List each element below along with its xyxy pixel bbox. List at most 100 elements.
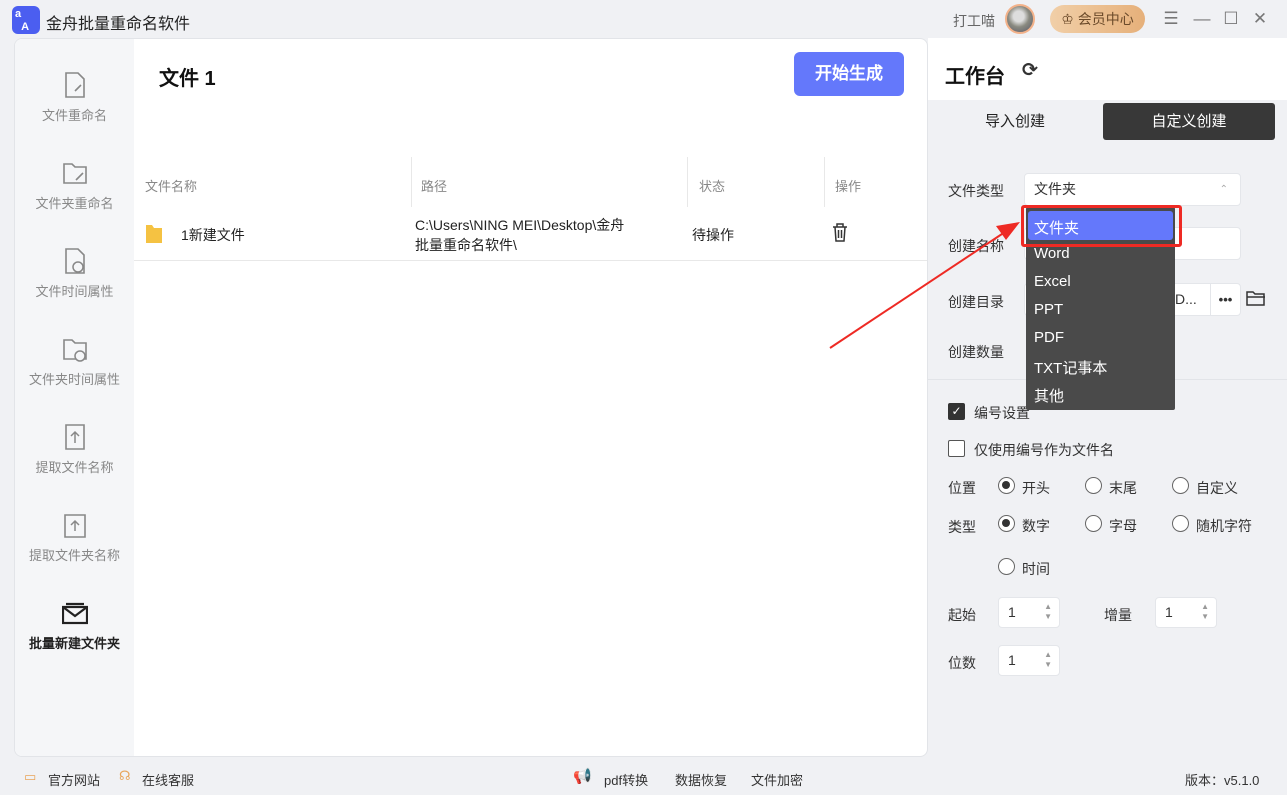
username[interactable]: 打工喵	[953, 11, 995, 31]
sidebar-item-label: 提取文件夹名称	[28, 548, 120, 563]
position-radio-end[interactable]	[1085, 477, 1102, 494]
sidebar-item-folder-rename[interactable]: 文件夹重命名	[15, 137, 134, 225]
type-radio-time[interactable]	[998, 558, 1015, 575]
status-text: 待操作	[692, 227, 734, 243]
radio-label: 开头	[1022, 480, 1050, 496]
file-name: 1新建文件	[181, 227, 245, 243]
start-stepper[interactable]: 1 ▲ ▼	[998, 597, 1060, 628]
digits-value: 1	[1008, 652, 1016, 668]
option-excel[interactable]: Excel	[1034, 273, 1071, 290]
position-label: 位置	[948, 480, 976, 496]
type-radio-random[interactable]	[1172, 515, 1189, 532]
open-folder-icon[interactable]	[1246, 290, 1266, 307]
type-radio-number[interactable]	[998, 515, 1015, 532]
sidebar-item-label: 文件夹重命名	[35, 196, 114, 211]
panel-header: 工作台 ⟳	[928, 38, 1287, 100]
option-txt[interactable]: TXT记事本	[1034, 357, 1107, 378]
radio-label: 末尾	[1109, 480, 1137, 496]
avatar[interactable]	[1005, 4, 1035, 34]
sidebar-item-label: 文件时间属性	[35, 284, 114, 299]
table-row[interactable]: 1新建文件 C:\Users\NING MEI\Desktop\金舟 批量重命名…	[134, 209, 927, 260]
folder-upload-icon	[63, 514, 86, 538]
browse-button[interactable]: •••	[1210, 284, 1240, 315]
folder-icon	[146, 225, 162, 243]
sidebar-item-file-time[interactable]: 文件时间属性	[15, 225, 134, 313]
sidebar-item-extract-file-names[interactable]: 提取文件名称	[15, 401, 134, 489]
option-ppt[interactable]: PPT	[1034, 301, 1063, 318]
option-pdf[interactable]: PDF	[1034, 329, 1064, 346]
radio-label: 字母	[1109, 518, 1137, 534]
stepper-arrows-icon[interactable]: ▲ ▼	[1201, 602, 1209, 622]
start-generate-button[interactable]: 开始生成	[794, 52, 904, 96]
radio-label: 随机字符	[1196, 518, 1252, 534]
position-radio-start[interactable]	[998, 477, 1015, 494]
monitor-icon: ▭	[24, 769, 37, 784]
menu-icon[interactable]: ☰	[1159, 7, 1183, 31]
file-edit-icon	[64, 72, 85, 98]
stepper-arrows-icon[interactable]: ▲ ▼	[1044, 602, 1052, 622]
step-label: 增量	[1104, 607, 1132, 623]
column-divider	[411, 157, 412, 207]
app-logo: a A	[12, 6, 40, 34]
close-button[interactable]: ✕	[1248, 7, 1272, 31]
file-encrypt-link[interactable]: 文件加密	[751, 770, 803, 789]
maximize-button[interactable]: ☐	[1219, 7, 1243, 31]
name-label: 创建名称	[948, 238, 1004, 254]
sidebar-item-label: 文件重命名	[41, 108, 107, 123]
count-label: 创建数量	[948, 344, 1004, 360]
step-value: 1	[1165, 604, 1173, 620]
sidebar-item-batch-new-folder[interactable]: 批量新建文件夹	[15, 577, 134, 665]
support-link[interactable]: 在线客服	[142, 770, 194, 789]
column-header-action[interactable]: 操作	[835, 176, 861, 195]
folder-edit-icon	[62, 163, 87, 184]
option-word[interactable]: Word	[1034, 245, 1070, 262]
vip-center-button[interactable]: ♔ 会员中心	[1050, 5, 1145, 33]
column-header-name[interactable]: 文件名称	[145, 176, 197, 195]
radio-label: 时间	[1022, 561, 1050, 577]
numbering-checkbox[interactable]: ✓	[948, 403, 965, 420]
position-radio-custom[interactable]	[1172, 477, 1189, 494]
folder-clock-icon	[62, 339, 87, 362]
file-clock-icon	[64, 248, 85, 274]
column-divider	[687, 157, 688, 207]
mail-folder-icon	[61, 602, 88, 625]
trash-icon[interactable]	[832, 223, 848, 242]
file-type-value: 文件夹	[1034, 181, 1076, 197]
tab-custom-create[interactable]: 自定义创建	[1103, 103, 1275, 140]
option-other[interactable]: 其他	[1034, 385, 1064, 406]
megaphone-icon: 📢	[573, 768, 592, 785]
data-recovery-link[interactable]: 数据恢复	[675, 770, 727, 789]
pdf-convert-link[interactable]: pdf转换	[604, 770, 648, 789]
dir-label: 创建目录	[948, 294, 1004, 310]
website-link[interactable]: 官方网站	[48, 770, 100, 789]
vip-label: 会员中心	[1077, 11, 1134, 27]
type-radio-letter[interactable]	[1085, 515, 1102, 532]
file-type-label: 文件类型	[948, 183, 1004, 199]
type-label: 类型	[948, 519, 976, 535]
version-text: 版本：v5.1.0	[1185, 773, 1260, 788]
tab-import-create[interactable]: 导入创建	[929, 103, 1101, 140]
file-type-select[interactable]: 文件夹 ⌃	[1024, 173, 1241, 206]
column-header-status[interactable]: 状态	[699, 176, 725, 195]
dir-value: D...	[1175, 291, 1197, 307]
title-bar: a A 金舟批量重命名软件 打工喵 ♔ 会员中心 ☰ — ☐ ✕	[0, 0, 1287, 38]
start-value: 1	[1008, 604, 1016, 620]
file-upload-icon	[64, 424, 85, 450]
minimize-button[interactable]: —	[1190, 7, 1214, 31]
sidebar-item-extract-folder-names[interactable]: 提取文件夹名称	[15, 489, 134, 577]
digits-label: 位数	[948, 655, 976, 671]
column-header-path[interactable]: 路径	[421, 176, 447, 195]
stepper-arrows-icon[interactable]: ▲ ▼	[1044, 650, 1052, 670]
only-number-checkbox[interactable]	[948, 440, 965, 457]
step-stepper[interactable]: 1 ▲ ▼	[1155, 597, 1217, 628]
column-divider	[824, 157, 825, 207]
digits-stepper[interactable]: 1 ▲ ▼	[998, 645, 1060, 676]
sidebar-item-label: 提取文件名称	[35, 460, 114, 475]
file-path-line2: 批量重命名软件\	[415, 237, 517, 253]
sidebar-item-folder-time[interactable]: 文件夹时间属性	[15, 313, 134, 401]
refresh-icon[interactable]: ⟳	[1022, 59, 1038, 82]
app-title: 金舟批量重命名软件	[46, 16, 191, 33]
sidebar-item-file-rename[interactable]: 文件重命名	[15, 49, 134, 137]
numbering-label: 编号设置	[974, 405, 1030, 421]
file-path-line1: C:\Users\NING MEI\Desktop\金舟	[415, 217, 625, 233]
